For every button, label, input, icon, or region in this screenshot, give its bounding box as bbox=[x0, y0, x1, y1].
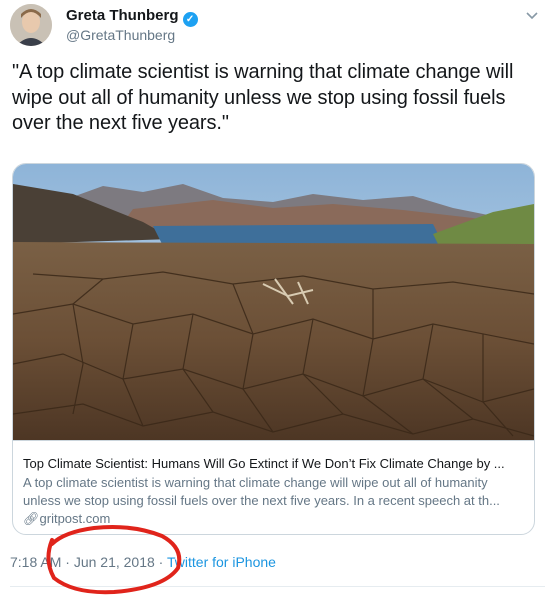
user-handle[interactable]: @GretaThunberg bbox=[66, 27, 175, 43]
link-card[interactable]: Top Climate Scientist: Humans Will Go Ex… bbox=[12, 163, 535, 535]
red-circle-annotation bbox=[46, 525, 182, 595]
tweet: Greta Thunberg ✓ @GretaThunberg "A top cl… bbox=[0, 0, 559, 596]
tweet-text: "A top climate scientist is warning that… bbox=[12, 61, 514, 134]
display-name[interactable]: Greta Thunberg ✓ bbox=[66, 7, 198, 27]
display-name-text[interactable]: Greta Thunberg bbox=[66, 7, 179, 24]
verified-badge-icon: ✓ bbox=[182, 12, 198, 27]
card-title[interactable]: Top Climate Scientist: Humans Will Go Ex… bbox=[23, 456, 528, 471]
chevron-down-icon[interactable] bbox=[525, 8, 539, 22]
avatar[interactable] bbox=[10, 4, 52, 46]
card-image[interactable] bbox=[13, 164, 534, 440]
card-description: A top climate scientist is warning that … bbox=[23, 475, 500, 508]
avatar-image bbox=[10, 4, 52, 46]
